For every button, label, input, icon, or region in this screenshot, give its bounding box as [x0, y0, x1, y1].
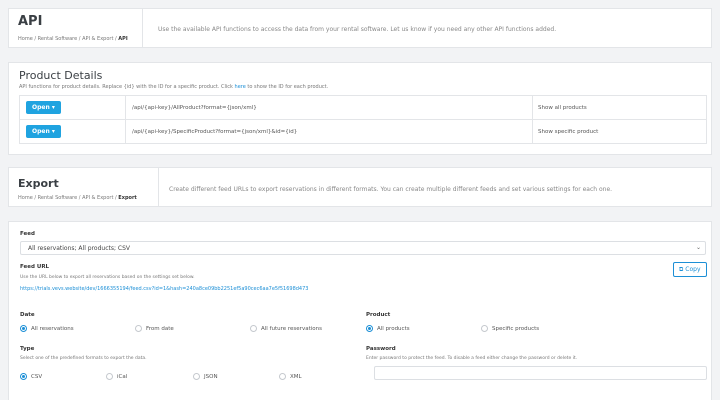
product-label: Product: [366, 312, 391, 318]
subtitle-text: API functions for product details. Repla…: [19, 84, 235, 90]
copy-icon: ⧉: [679, 266, 684, 273]
api-functions-table: Open ▾ /api/{api-key}/AllProduct?format=…: [19, 95, 707, 144]
export-form-panel: Feed All reservations; All products; CSV…: [8, 221, 712, 400]
radio-icon: [135, 325, 142, 332]
date-option-all-reservations[interactable]: All reservations: [20, 325, 74, 332]
radio-label: Specific products: [492, 325, 540, 332]
radio-icon: [250, 325, 257, 332]
open-button[interactable]: Open ▾: [26, 125, 61, 138]
radio-label: XML: [290, 373, 302, 380]
table-row: Open ▾ /api/{api-key}/AllProduct?format=…: [19, 95, 707, 120]
password-help: Enter password to protect the feed. To d…: [366, 356, 578, 361]
product-option-specific[interactable]: Specific products: [481, 325, 539, 332]
radio-label: JSON: [204, 373, 218, 380]
copy-label: Copy: [685, 266, 701, 273]
type-option-xml[interactable]: XML: [279, 373, 302, 380]
breadcrumb-current: API: [118, 36, 128, 42]
breadcrumb-rental-software[interactable]: Rental Software: [38, 195, 78, 201]
date-option-from-date[interactable]: From date: [135, 325, 174, 332]
feed-select-value: All reservations; All products; CSV: [28, 245, 131, 252]
breadcrumb-home[interactable]: Home: [18, 195, 33, 201]
radio-icon: [193, 373, 200, 380]
page-title: API: [18, 14, 43, 29]
open-button[interactable]: Open ▾: [26, 101, 61, 114]
type-option-json[interactable]: JSON: [193, 373, 218, 380]
radio-icon: [279, 373, 286, 380]
chevron-down-icon: ⌄: [695, 244, 701, 251]
product-details-panel: Product Details API functions for produc…: [8, 62, 712, 155]
copy-button[interactable]: ⧉ Copy: [673, 262, 707, 277]
password-input[interactable]: [374, 366, 707, 380]
feed-select[interactable]: All reservations; All products; CSV ⌄: [20, 241, 706, 255]
api-endpoint: /api/{api-key}/SpecificProduct?format={j…: [125, 119, 533, 144]
breadcrumb-api-export[interactable]: API & Export: [82, 195, 113, 201]
radio-label: iCal: [117, 373, 128, 380]
radio-icon: [481, 325, 488, 332]
radio-label: All reservations: [31, 325, 74, 332]
product-details-header: Product Details API functions for produc…: [9, 63, 711, 95]
date-option-future[interactable]: All future reservations: [250, 325, 322, 332]
show-ids-link[interactable]: here: [235, 84, 246, 90]
radio-selected-icon: [366, 325, 373, 332]
breadcrumb: Home / Rental Software / API & Export / …: [18, 36, 128, 42]
breadcrumb-current: Export: [118, 195, 137, 201]
api-endpoint: /api/{api-key}/AllProduct?format={json/x…: [125, 95, 533, 120]
breadcrumb-api-export[interactable]: API & Export: [82, 36, 113, 42]
radio-label: From date: [146, 325, 174, 332]
radio-label: All future reservations: [261, 325, 322, 332]
table-cell: Open ▾: [19, 95, 126, 120]
export-title: Export: [18, 177, 59, 190]
type-option-csv[interactable]: CSV: [20, 373, 42, 380]
feed-url-help: Use the URL below to export all reservat…: [20, 275, 195, 280]
radio-selected-icon: [20, 373, 27, 380]
radio-label: All products: [377, 325, 410, 332]
radio-selected-icon: [20, 325, 27, 332]
breadcrumb: Home / Rental Software / API & Export / …: [18, 195, 137, 201]
api-header-description: Use the available API functions to acces…: [158, 26, 557, 33]
table-cell: Open ▾: [19, 119, 126, 144]
api-header-panel: API Home / Rental Software / API & Expor…: [8, 8, 712, 48]
export-header-description: Create different feed URLs to export res…: [169, 186, 613, 193]
breadcrumb-home[interactable]: Home: [18, 36, 33, 42]
type-label: Type: [20, 346, 35, 352]
product-details-title: Product Details: [19, 69, 103, 82]
password-label: Password: [366, 346, 396, 352]
feed-url-link[interactable]: https://trials.vevs.website/dev/16663551…: [20, 286, 308, 292]
api-description: Show specific product: [532, 119, 707, 144]
radio-label: CSV: [31, 373, 43, 380]
date-label: Date: [20, 312, 35, 318]
table-row: Open ▾ /api/{api-key}/SpecificProduct?fo…: [19, 119, 707, 144]
feed-url-label: Feed URL: [20, 264, 50, 270]
type-option-ical[interactable]: iCal: [106, 373, 127, 380]
subtitle-text-end: to show the ID for each product.: [245, 84, 329, 90]
breadcrumb-rental-software[interactable]: Rental Software: [38, 36, 78, 42]
feed-label: Feed: [20, 231, 35, 237]
api-description: Show all products: [532, 95, 707, 120]
product-details-subtitle: API functions for product details. Repla…: [19, 84, 328, 90]
radio-icon: [106, 373, 113, 380]
export-header-title-area: Export Home / Rental Software / API & Ex…: [9, 168, 159, 206]
api-header-title-area: API Home / Rental Software / API & Expor…: [9, 9, 143, 47]
type-help: Select one of the predefined formats to …: [20, 356, 147, 361]
export-header-panel: Export Home / Rental Software / API & Ex…: [8, 167, 712, 207]
product-option-all[interactable]: All products: [366, 325, 410, 332]
